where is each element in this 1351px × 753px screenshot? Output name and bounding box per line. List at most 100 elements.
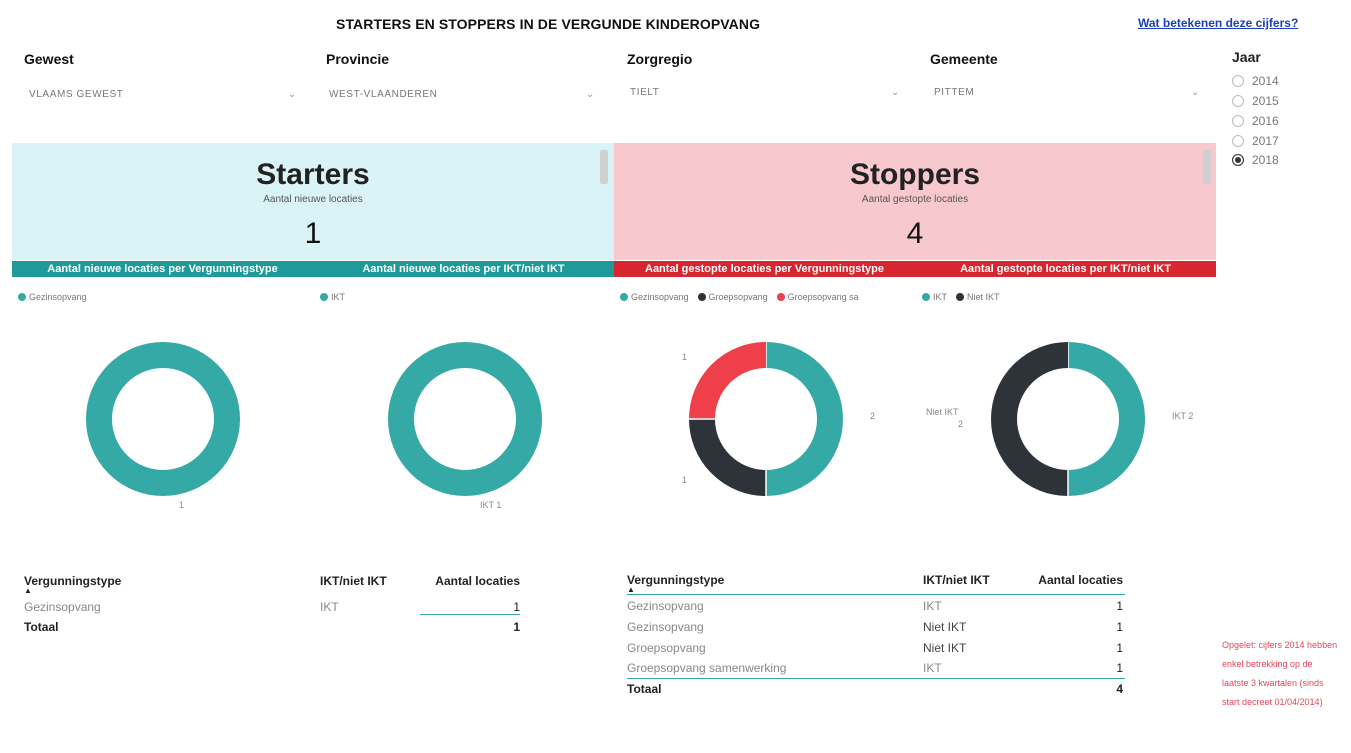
table-total-row: Totaal 4 [627,679,1125,699]
starters-table: Vergunningstype IKT/niet IKT Aantal loca… [24,568,532,636]
legend-item[interactable]: Niet IKT [956,292,1000,302]
cell: Groepsopvang [627,640,706,655]
legend-stoppers-type: Gezinsopvang Groepsopvang Groepsopvang s… [620,292,864,302]
col-header-ikt[interactable]: IKT/niet IKT [320,574,420,588]
radio-checked-icon [1232,154,1244,166]
legend-starters-type: Gezinsopvang [18,292,92,302]
stoppers-subtitle: Aantal gestopte locaties [861,194,969,205]
provincie-dropdown[interactable]: WEST-VLAANDEREN ⌄ [329,83,595,105]
legend-item[interactable]: Groepsopvang sa [776,292,859,302]
stoppers-scrollbar[interactable] [1203,150,1211,184]
stoppers-heading: Stoppers [849,158,981,191]
help-link[interactable]: Wat betekenen deze cijfers? [1138,16,1298,30]
starters-value: 1 [304,217,322,250]
donut-segment-ikt[interactable] [388,342,542,496]
legend-label: IKT [331,292,346,302]
gewest-dropdown[interactable]: VLAAMS GEWEST ⌄ [29,83,297,105]
sort-ascending-icon: ▲ [24,586,32,595]
year-option-2014[interactable]: 2014 [1232,74,1279,88]
donut-stoppers-ikt[interactable] [989,340,1147,498]
year-option-label: 2016 [1252,114,1279,128]
col-header-vergunningstype[interactable]: Vergunningstype [627,573,923,587]
year-option-2016[interactable]: 2016 [1232,114,1279,128]
gemeente-value: PITTEM [934,86,975,98]
stoppers-ikt-bar: Aantal gestopte locaties per IKT/niet IK… [915,261,1216,277]
table-row: Gezinsopvang IKT 1 [627,595,1125,616]
sort-indicator: ▲ [24,586,532,596]
col-header-vergunningstype[interactable]: Vergunningstype [24,574,320,588]
cell: Niet IKT [923,640,967,655]
zorgregio-dropdown[interactable]: TIELT ⌄ [630,81,900,103]
table-total-row: Totaal 1 [24,618,532,636]
radio-icon [1232,95,1244,107]
year-option-label: 2014 [1252,74,1279,88]
gemeente-dropdown[interactable]: PITTEM ⌄ [934,81,1200,103]
year-option-label: 2017 [1252,134,1279,148]
legend-item[interactable]: Gezinsopvang [620,292,689,302]
stoppers-panel: Stoppers Aantal gestopte locaties 4 [614,143,1216,260]
table-header-row: Vergunningstype IKT/niet IKT Aantal loca… [24,568,532,588]
sort-ascending-icon: ▲ [627,585,635,594]
donut-segment-gezinsopvang[interactable] [86,342,240,496]
legend-label: Groepsopvang sa [787,292,859,302]
legend-dot-dark [697,293,706,301]
page-title: STARTERS EN STOPPERS IN DE VERGUNDE KIND… [336,16,761,32]
chart-data-label: 1 [682,352,688,362]
zorgregio-value: TIELT [630,86,660,98]
cell: 1 [1116,619,1123,634]
legend-dot-teal [922,293,930,301]
radio-icon [1232,75,1244,87]
chevron-down-icon: ⌄ [586,88,595,100]
provincie-label: Provincie [326,51,390,67]
year-label: Jaar [1232,49,1261,65]
provincie-value: WEST-VLAANDEREN [329,88,438,100]
legend-item[interactable]: Groepsopvang [697,292,768,302]
starters-subtitle: Aantal nieuwe locaties [263,194,363,205]
cell: 1 [1116,661,1123,675]
cell: Gezinsopvang [24,600,101,614]
cell: 1 [1116,640,1123,655]
legend-dot-red [776,293,785,301]
legend-dot-dark [956,293,965,301]
gewest-label: Gewest [24,51,74,67]
year-option-2017[interactable]: 2017 [1232,134,1279,148]
legend-starters-ikt: IKT [320,292,350,302]
chart-data-label: Niet IKT [926,407,959,417]
table-row: Gezinsopvang Niet IKT 1 [627,616,1125,637]
legend-item[interactable]: IKT [320,292,345,302]
col-header-ikt[interactable]: IKT/niet IKT [923,573,1023,587]
donut-stoppers-type[interactable] [687,340,845,498]
col-header-aantal[interactable]: Aantal locaties [420,574,520,588]
starters-scrollbar[interactable] [600,150,608,184]
year-option-label: 2018 [1252,153,1279,167]
table-row: Groepsopvang Niet IKT 1 [627,637,1125,658]
legend-label: Gezinsopvang [29,292,87,302]
cell: Gezinsopvang [627,598,704,613]
total-label: Totaal [627,682,662,696]
gewest-value: VLAAMS GEWEST [29,88,124,100]
footnote: Opgelet: cijfers 2014 hebben enkel betre… [1222,640,1338,707]
table-row: Groepsopvang samenwerking IKT 1 [627,658,1125,679]
stoppers-table: Vergunningstype IKT/niet IKT Aantal loca… [627,567,1125,699]
legend-item[interactable]: IKT [922,292,947,302]
chevron-down-icon: ⌄ [1191,86,1200,98]
chart-data-label: 2 [870,411,876,421]
chart-data-label: IKT 1 [480,500,502,510]
donut-starters-type[interactable] [84,340,242,498]
starters-ikt-bar: Aantal nieuwe locaties per IKT/niet IKT [313,261,614,277]
radio-icon [1232,115,1244,127]
col-header-aantal[interactable]: Aantal locaties [1023,573,1123,587]
legend-item[interactable]: Gezinsopvang [18,292,87,302]
cell: Niet IKT [923,619,967,634]
donut-starters-ikt[interactable] [386,340,544,498]
total-value: 4 [1116,682,1123,696]
year-option-2018[interactable]: 2018 [1232,153,1279,167]
chevron-down-icon: ⌄ [891,86,900,98]
year-option-2015[interactable]: 2015 [1232,94,1279,108]
stoppers-value: 4 [906,217,924,250]
cell: 1 [420,600,520,615]
sort-indicator: ▲ [627,585,1125,595]
stoppers-type-bar: Aantal gestopte locaties per Vergunnings… [614,261,915,277]
gemeente-label: Gemeente [930,51,998,67]
cell: IKT [923,598,942,613]
